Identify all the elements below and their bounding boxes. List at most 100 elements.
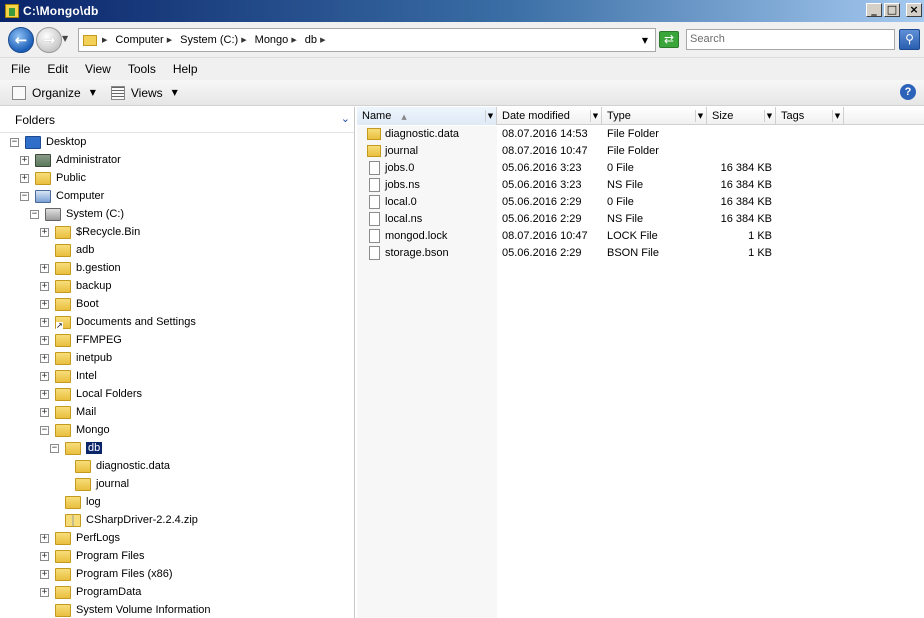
tree-item[interactable]: − Computer: [0, 187, 354, 205]
computer-icon: [35, 189, 51, 203]
file-icon: [369, 194, 380, 209]
column-header-tags[interactable]: Tags ▼: [776, 107, 844, 125]
expand-icon[interactable]: +: [40, 407, 49, 417]
column-filter-dropdown[interactable]: ▼: [764, 110, 774, 122]
tree-item[interactable]: + Administrator: [0, 151, 354, 169]
expand-icon[interactable]: +: [40, 299, 49, 309]
file-row[interactable]: local.0 05.06.2016 2:29 0 File 16 384 KB: [357, 193, 924, 210]
column-filter-dropdown[interactable]: ▼: [590, 110, 600, 122]
column-header-name[interactable]: Name ▲ ▼: [357, 107, 497, 125]
tree-item[interactable]: journal: [0, 475, 354, 493]
forward-button[interactable]: →: [36, 27, 62, 53]
maximize-button[interactable]: □: [884, 3, 900, 17]
breadcrumb-system-c[interactable]: System (C:) ▶: [180, 34, 251, 46]
expand-icon[interactable]: +: [40, 263, 49, 273]
tree-item[interactable]: + backup: [0, 277, 354, 295]
address-bar[interactable]: ▶ Computer ▶ System (C:) ▶ Mongo ▶ db ▶ …: [78, 28, 656, 52]
file-row[interactable]: jobs.0 05.06.2016 3:23 0 File 16 384 KB: [357, 159, 924, 176]
tree-item[interactable]: − db: [0, 439, 354, 457]
tree-item[interactable]: − Mongo: [0, 421, 354, 439]
file-row[interactable]: diagnostic.data 08.07.2016 14:53 File Fold…: [357, 125, 924, 142]
file-row[interactable]: storage.bson 05.06.2016 2:29 BSON File 1 KB: [357, 244, 924, 261]
help-icon[interactable]: ?: [900, 84, 916, 100]
tree-item[interactable]: + inetpub: [0, 349, 354, 367]
tree-item[interactable]: CSharpDriver-2.2.4.zip: [0, 511, 354, 529]
menu-tools[interactable]: Tools: [128, 62, 156, 76]
search-input[interactable]: Search: [686, 29, 895, 50]
expand-icon[interactable]: +: [40, 389, 49, 399]
address-history-dropdown[interactable]: ▼: [642, 36, 648, 45]
menu-view[interactable]: View: [85, 62, 111, 76]
collapse-icon[interactable]: −: [10, 137, 19, 147]
back-button[interactable]: ←: [8, 27, 34, 53]
tree-item[interactable]: + Documents and Settings: [0, 313, 354, 331]
tree-item[interactable]: + Intel: [0, 367, 354, 385]
tree-item[interactable]: − Desktop: [0, 133, 354, 151]
tree-item[interactable]: log: [0, 493, 354, 511]
close-button[interactable]: ×: [906, 3, 922, 17]
column-header-date-modified[interactable]: Date modified ▼: [497, 107, 602, 125]
minimize-button[interactable]: _: [866, 3, 882, 17]
expand-icon[interactable]: +: [40, 533, 49, 543]
tree-item[interactable]: − System (C:): [0, 205, 354, 223]
tree-item[interactable]: + Program Files (x86): [0, 565, 354, 583]
expand-icon[interactable]: +: [20, 155, 29, 165]
menu-edit[interactable]: Edit: [47, 62, 68, 76]
file-row[interactable]: journal 08.07.2016 10:47 File Folder: [357, 142, 924, 159]
collapse-chevron-icon[interactable]: ⌄: [341, 112, 350, 125]
expand-icon[interactable]: +: [40, 371, 49, 381]
tree-item[interactable]: adb: [0, 241, 354, 259]
expand-icon[interactable]: +: [40, 335, 49, 345]
tree-item[interactable]: + Mail: [0, 403, 354, 421]
collapse-icon[interactable]: −: [40, 425, 49, 435]
expand-icon[interactable]: +: [40, 281, 49, 291]
collapse-icon[interactable]: −: [20, 191, 29, 201]
file-type: 0 File: [607, 195, 634, 208]
breadcrumb-mongo[interactable]: Mongo ▶: [255, 34, 301, 46]
views-button[interactable]: Views ▼: [110, 85, 178, 100]
breadcrumb-db[interactable]: db ▶: [305, 34, 330, 46]
collapse-icon[interactable]: −: [30, 209, 39, 219]
refresh-button[interactable]: ⇄: [659, 31, 679, 48]
command-toolbar: Organize ▼ Views ▼ ?: [0, 80, 924, 106]
expand-icon[interactable]: +: [40, 587, 49, 597]
tree-item[interactable]: + ProgramData: [0, 583, 354, 601]
tree-item[interactable]: + Local Folders: [0, 385, 354, 403]
expand-icon[interactable]: +: [40, 227, 49, 237]
tree-item[interactable]: + FFMPEG: [0, 331, 354, 349]
tree-item[interactable]: diagnostic.data: [0, 457, 354, 475]
menu-file[interactable]: File: [11, 62, 30, 76]
expand-icon[interactable]: +: [40, 353, 49, 363]
file-row[interactable]: local.ns 05.06.2016 2:29 NS File 16 384 KB: [357, 210, 924, 227]
expand-icon[interactable]: +: [40, 569, 49, 579]
collapse-icon[interactable]: −: [50, 443, 59, 453]
expand-icon[interactable]: +: [40, 551, 49, 561]
column-filter-dropdown[interactable]: ▼: [485, 110, 495, 122]
file-row[interactable]: mongod.lock 08.07.2016 10:47 LOCK File 1 KB: [357, 227, 924, 244]
breadcrumb-computer[interactable]: Computer ▶: [115, 34, 176, 46]
tree-item[interactable]: + Public: [0, 169, 354, 187]
folder-icon: [65, 441, 81, 455]
search-button[interactable]: ⚲: [899, 29, 920, 50]
tree-item[interactable]: System Volume Information: [0, 601, 354, 618]
expand-icon[interactable]: +: [20, 173, 29, 183]
tree-item[interactable]: + $Recycle.Bin: [0, 223, 354, 241]
tree-item[interactable]: + Boot: [0, 295, 354, 313]
organize-button[interactable]: Organize ▼: [12, 85, 96, 100]
column-filter-dropdown[interactable]: ▼: [695, 110, 705, 122]
column-header-size[interactable]: Size ▼: [707, 107, 776, 125]
column-header-type[interactable]: Type ▼: [602, 107, 707, 125]
tree-item[interactable]: + b.gestion: [0, 259, 354, 277]
folder-icon: [367, 127, 381, 140]
expand-icon[interactable]: +: [40, 317, 49, 327]
tree-item[interactable]: + PerfLogs: [0, 529, 354, 547]
tree-item[interactable]: + Program Files: [0, 547, 354, 565]
column-filter-dropdown[interactable]: ▼: [832, 110, 842, 122]
menu-help[interactable]: Help: [173, 62, 198, 76]
folder-icon: [367, 144, 381, 157]
breadcrumb-root-arrow[interactable]: ▶: [102, 36, 111, 44]
recent-pages-dropdown[interactable]: ▼: [62, 34, 68, 43]
tree-item-label: Program Files: [76, 550, 145, 562]
file-row[interactable]: jobs.ns 05.06.2016 3:23 NS File 16 384 KB: [357, 176, 924, 193]
tree-item-label: FFMPEG: [76, 334, 122, 346]
